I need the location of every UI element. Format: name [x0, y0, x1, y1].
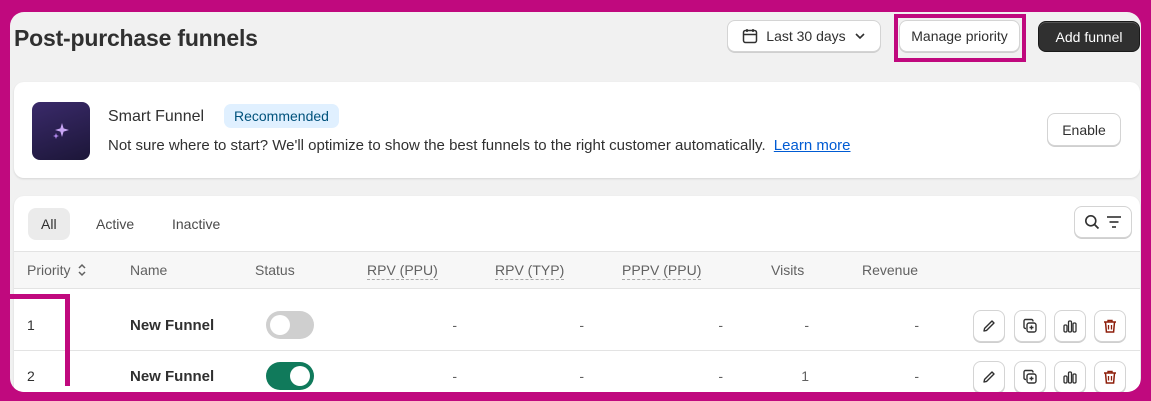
row-visits: -	[804, 317, 809, 333]
column-priority-label: Priority	[27, 262, 71, 278]
recommended-badge: Recommended	[224, 104, 339, 128]
table-row: 1 New Funnel - - - - -	[14, 301, 1140, 351]
column-rpv-typ-label: RPV (TYP)	[495, 262, 565, 280]
duplicate-icon	[1023, 318, 1037, 333]
column-priority[interactable]: Priority	[27, 262, 87, 278]
column-name: Name	[130, 262, 168, 278]
smart-funnel-title: Smart Funnel	[108, 108, 205, 125]
status-toggle[interactable]	[266, 362, 314, 390]
app-frame: Post-purchase funnels Last 30 days Manag…	[10, 12, 1141, 392]
learn-more-link[interactable]: Learn more	[774, 137, 851, 154]
toggle-knob	[270, 315, 290, 335]
edit-icon	[983, 371, 995, 383]
toggle-knob	[290, 366, 310, 386]
search-filter-button[interactable]	[1074, 206, 1132, 238]
tab-inactive[interactable]: Inactive	[159, 208, 233, 240]
sparkle-icon	[53, 123, 69, 139]
analytics-button[interactable]	[1054, 310, 1086, 342]
column-rpv-typ: RPV (TYP)	[495, 262, 565, 280]
row-rpv-ppu: -	[452, 317, 457, 333]
status-toggle[interactable]	[266, 311, 314, 339]
column-rpv-ppu-label: RPV (PPU)	[367, 262, 438, 280]
column-visits: Visits	[771, 262, 805, 278]
column-pppv-ppu-label: PPPV (PPU)	[622, 262, 702, 280]
tab-active[interactable]: Active	[83, 208, 147, 240]
edit-icon	[983, 320, 995, 332]
search-icon	[1085, 215, 1100, 230]
filter-icon	[1107, 216, 1121, 228]
duplicate-button[interactable]	[1014, 361, 1046, 392]
add-funnel-button[interactable]: Add funnel	[1038, 21, 1140, 52]
edit-button[interactable]	[973, 310, 1005, 342]
chevron-down-icon	[855, 33, 865, 40]
row-rpv-typ: -	[579, 317, 584, 333]
manage-priority-button[interactable]: Manage priority	[899, 20, 1020, 52]
tab-all[interactable]: All	[28, 208, 70, 240]
row-rpv-typ: -	[579, 368, 584, 384]
column-revenue: Revenue	[862, 262, 919, 278]
table-header: Priority Name Status RPV (PPU) RPV (TYP)…	[14, 251, 1140, 289]
smart-funnel-description: Not sure where to start? We'll optimize …	[108, 137, 851, 154]
row-pppv-ppu: -	[718, 368, 723, 384]
delete-button[interactable]	[1094, 361, 1126, 392]
page-title: Post-purchase funnels	[14, 25, 258, 51]
calendar-icon	[743, 29, 758, 44]
enable-button[interactable]: Enable	[1047, 113, 1121, 146]
row-name[interactable]: New Funnel	[130, 317, 214, 334]
sort-icon	[78, 263, 86, 277]
row-revenue: -	[914, 317, 919, 333]
date-range-label: Last 30 days	[766, 28, 846, 44]
column-pppv-ppu: PPPV (PPU)	[622, 262, 702, 280]
delete-icon	[1104, 370, 1116, 384]
column-rpv-ppu: RPV (PPU)	[367, 262, 438, 280]
row-priority: 1	[27, 317, 35, 333]
analytics-icon	[1063, 371, 1077, 384]
delete-icon	[1104, 319, 1116, 333]
analytics-icon	[1063, 320, 1077, 333]
funnels-table-card: All Active Inactive Priority Name Status…	[14, 196, 1140, 392]
row-rpv-ppu: -	[452, 368, 457, 384]
row-name[interactable]: New Funnel	[130, 368, 214, 385]
row-priority: 2	[27, 368, 35, 384]
duplicate-icon	[1023, 369, 1037, 384]
row-visits: 1	[801, 368, 809, 384]
row-revenue: -	[914, 368, 919, 384]
row-pppv-ppu: -	[718, 317, 723, 333]
table-row: 2 New Funnel - - - 1 -	[14, 352, 1140, 392]
smart-funnel-logo	[32, 102, 90, 160]
smart-funnel-text: Not sure where to start? We'll optimize …	[108, 137, 766, 154]
date-range-button[interactable]: Last 30 days	[727, 20, 881, 52]
column-status: Status	[255, 262, 295, 278]
edit-button[interactable]	[973, 361, 1005, 392]
smart-funnel-card: Smart Funnel Recommended Not sure where …	[14, 82, 1140, 178]
analytics-button[interactable]	[1054, 361, 1086, 392]
delete-button[interactable]	[1094, 310, 1126, 342]
duplicate-button[interactable]	[1014, 310, 1046, 342]
